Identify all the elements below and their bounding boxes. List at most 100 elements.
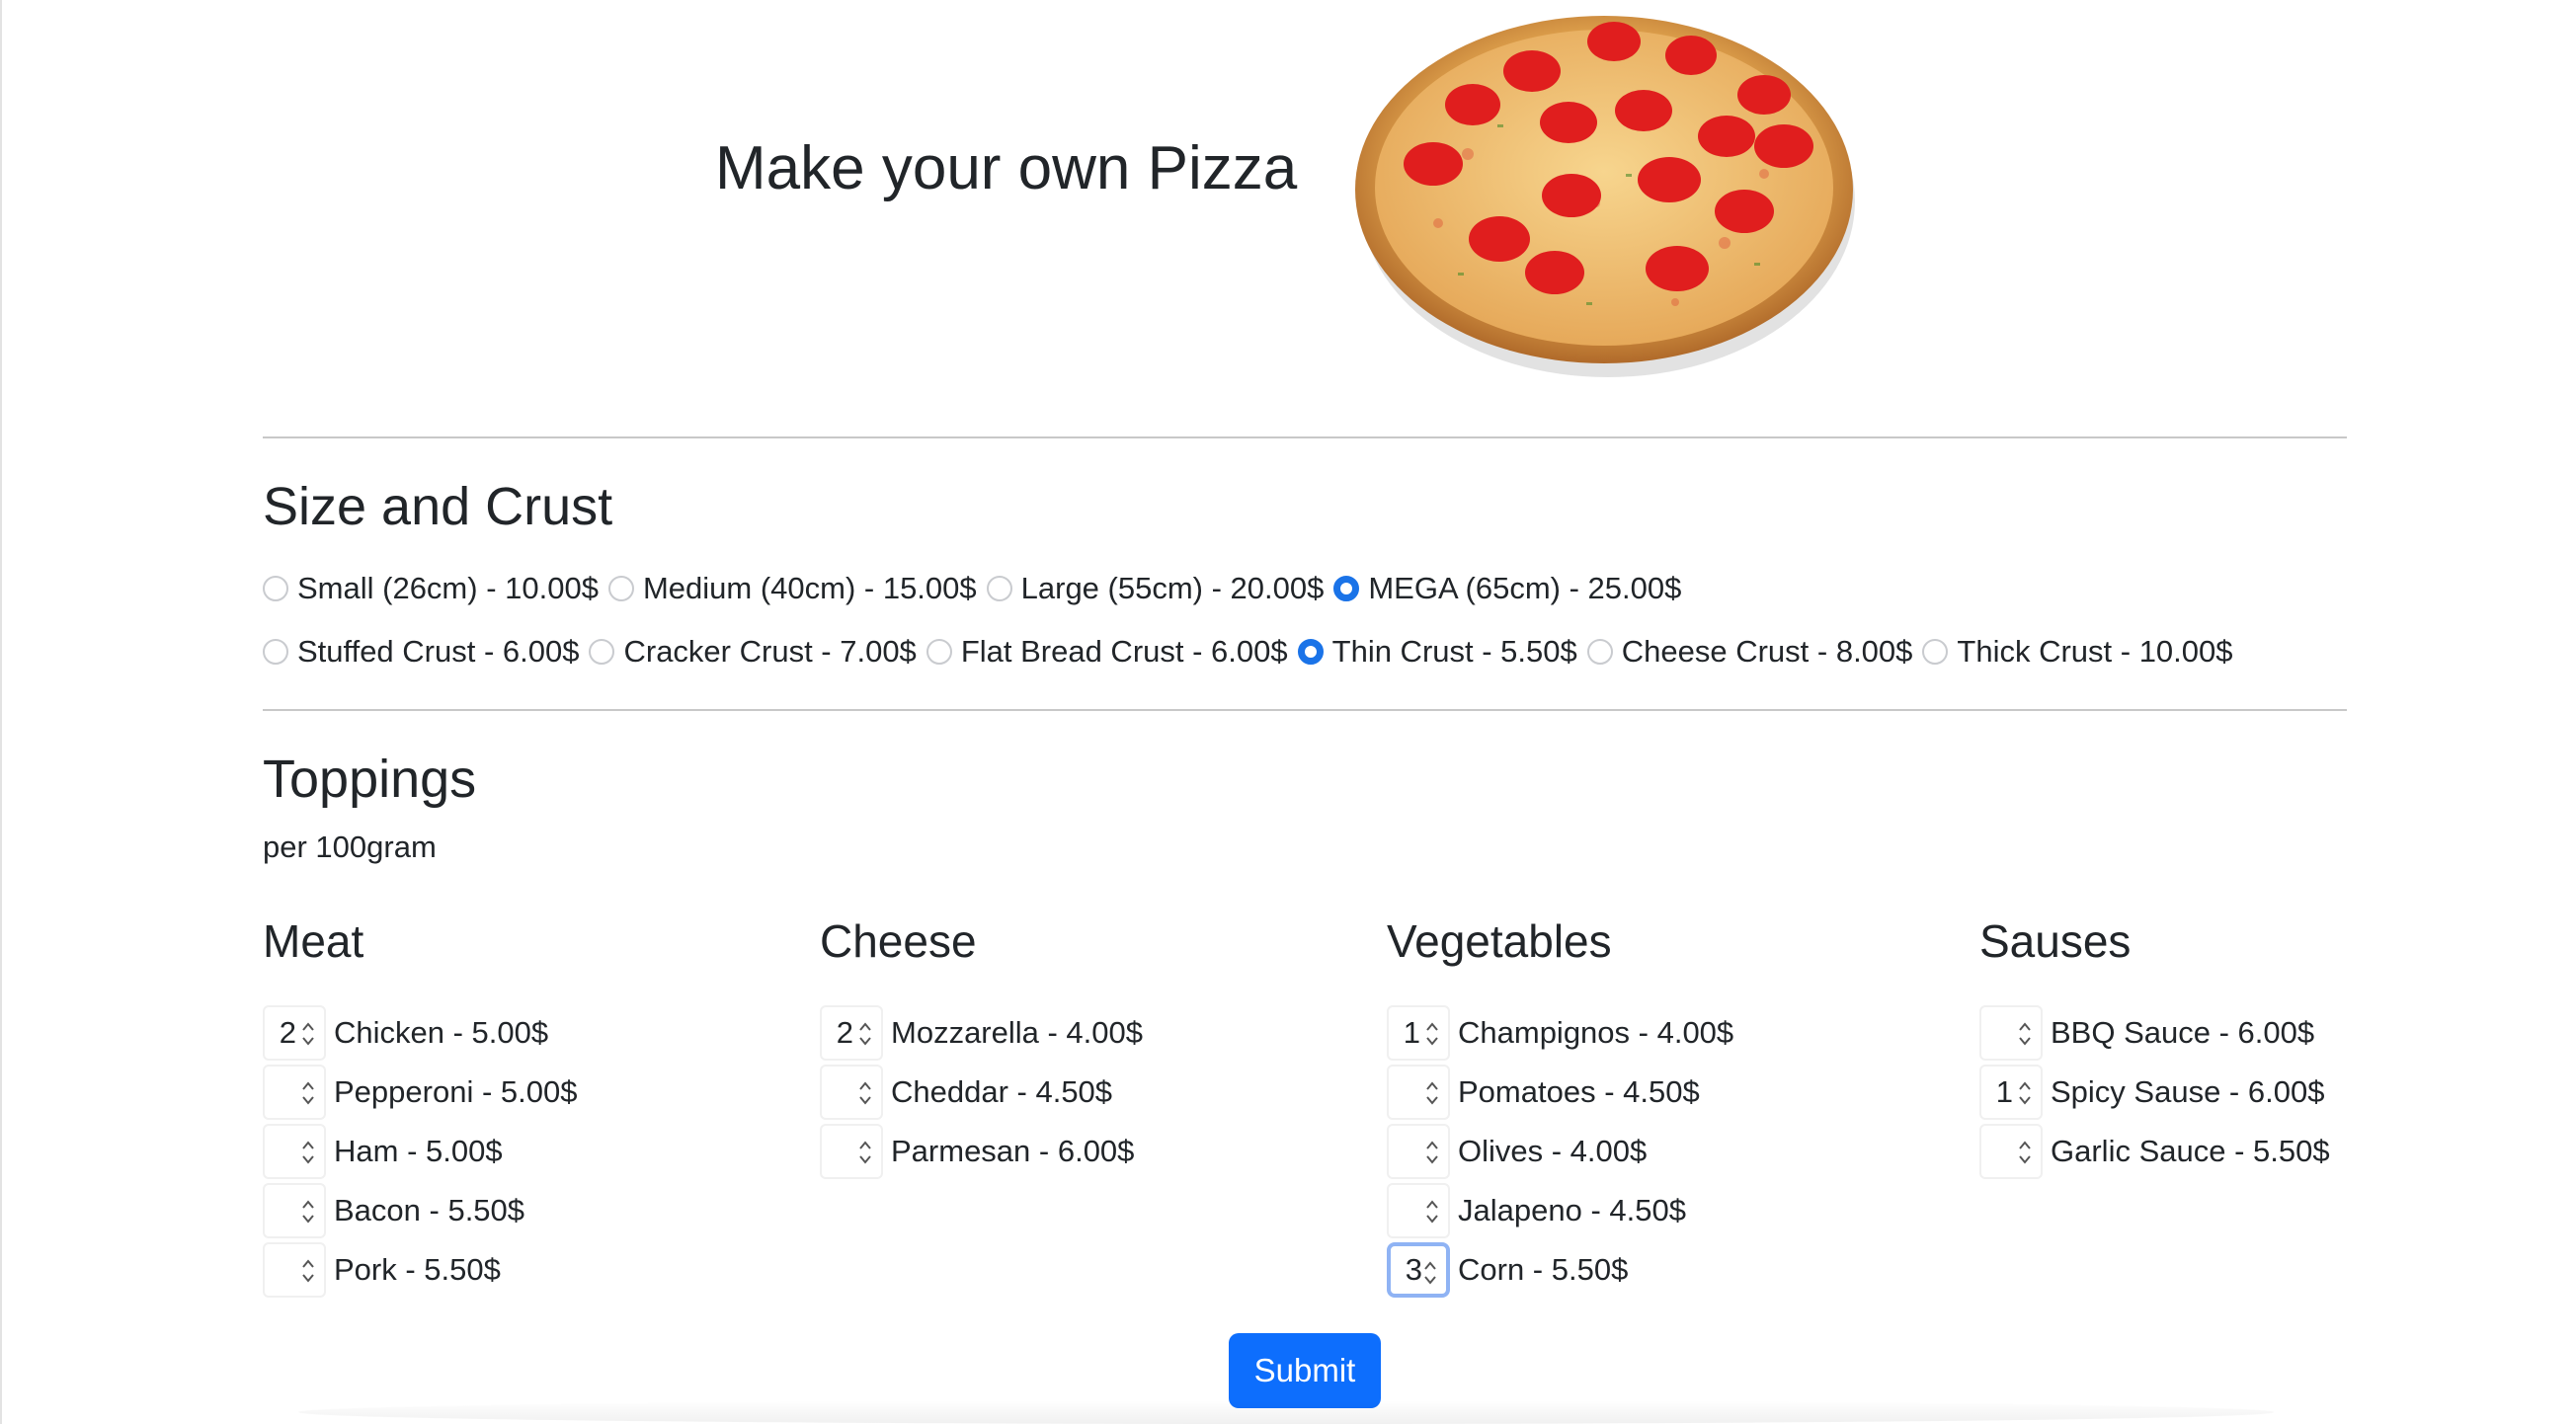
stepper-arrows-icon[interactable] <box>300 1256 316 1286</box>
radio-button[interactable] <box>1586 639 1613 665</box>
topping-label: Bacon - 5.50$ <box>334 1193 525 1227</box>
stepper-arrows-icon[interactable] <box>300 1197 316 1226</box>
radio-button[interactable] <box>589 639 615 665</box>
quantity-stepper[interactable] <box>1979 1005 2043 1061</box>
quantity-value: 3 <box>1405 1252 1422 1287</box>
page: Make your own Pizza Size and Crust Small… <box>0 0 2576 1424</box>
stepper-arrows-icon[interactable] <box>300 1019 316 1049</box>
stepper-arrows-icon[interactable] <box>857 1078 873 1108</box>
quantity-stepper[interactable] <box>1387 1124 1450 1179</box>
topping-row-cheddar: Cheddar - 4.50$ <box>820 1063 1143 1122</box>
radio-button-checked[interactable] <box>1333 576 1360 601</box>
quantity-stepper[interactable] <box>263 1065 326 1120</box>
topping-row-spicy-sause: 1 Spicy Sause - 6.00$ <box>1979 1063 2330 1122</box>
topping-label: Champignos - 4.00$ <box>1458 1015 1734 1050</box>
quantity-stepper[interactable]: 2 <box>263 1005 326 1061</box>
topping-row-ham: Ham - 5.00$ <box>263 1122 577 1181</box>
size-crust-divider <box>263 709 2347 711</box>
size-option-mega[interactable]: MEGA (65cm) - 25.00$ <box>1333 571 1681 606</box>
stepper-arrows-icon[interactable] <box>2017 1019 2033 1049</box>
pizza-image <box>1355 16 1855 377</box>
topping-label: Pork - 5.50$ <box>334 1252 501 1287</box>
crust-option-flat-bread[interactable]: Flat Bread Crust - 6.00$ <box>926 634 1288 670</box>
size-option-label: Large (55cm) - 20.00$ <box>1020 571 1325 605</box>
crust-option-label: Thin Crust - 5.50$ <box>1331 634 1577 669</box>
topping-row-mozzarella: 2 Mozzarella - 4.00$ <box>820 1003 1143 1063</box>
quantity-stepper[interactable]: 1 <box>1387 1005 1450 1061</box>
stepper-arrows-icon[interactable] <box>300 1138 316 1167</box>
stepper-arrows-icon[interactable] <box>857 1019 873 1049</box>
topping-row-bacon: Bacon - 5.50$ <box>263 1181 577 1240</box>
stepper-arrows-icon[interactable] <box>1424 1138 1440 1167</box>
topping-row-garlic-sauce: Garlic Sauce - 5.50$ <box>1979 1122 2330 1181</box>
size-option-large[interactable]: Large (55cm) - 20.00$ <box>986 571 1325 606</box>
quantity-stepper[interactable]: 1 <box>1979 1065 2043 1120</box>
stepper-arrows-icon[interactable] <box>1422 1258 1438 1288</box>
topping-label: BBQ Sauce - 6.00$ <box>2051 1015 2315 1050</box>
crust-option-cheese[interactable]: Cheese Crust - 8.00$ <box>1586 634 1913 670</box>
sauses-column: Sauses BBQ Sauce - 6.00$ 1 Spicy Sause -… <box>1979 918 2330 1181</box>
radio-button[interactable] <box>926 639 952 665</box>
crust-option-stuffed[interactable]: Stuffed Crust - 6.00$ <box>263 634 579 670</box>
topping-label: Garlic Sauce - 5.50$ <box>2051 1134 2330 1168</box>
crust-option-label: Thick Crust - 10.00$ <box>1957 634 2233 669</box>
radio-button[interactable] <box>263 576 288 601</box>
topping-row-jalapeno: Jalapeno - 4.50$ <box>1387 1181 1733 1240</box>
quantity-stepper[interactable] <box>263 1124 326 1179</box>
size-crust-title: Size and Crust <box>263 477 613 536</box>
topping-label: Pepperoni - 5.00$ <box>334 1074 578 1109</box>
topping-row-pork: Pork - 5.50$ <box>263 1240 577 1300</box>
crust-option-thin[interactable]: Thin Crust - 5.50$ <box>1297 634 1577 670</box>
crust-option-cracker[interactable]: Cracker Crust - 7.00$ <box>589 634 917 670</box>
topping-label: Olives - 4.00$ <box>1458 1134 1648 1168</box>
radio-button[interactable] <box>607 576 634 601</box>
submit-button[interactable]: Submit <box>1229 1333 1381 1408</box>
stepper-arrows-icon[interactable] <box>1424 1197 1440 1226</box>
radio-button[interactable] <box>986 576 1012 601</box>
crust-option-label: Cracker Crust - 7.00$ <box>623 634 917 669</box>
size-option-small[interactable]: Small (26cm) - 10.00$ <box>263 571 599 606</box>
quantity-value: 2 <box>279 1015 296 1050</box>
quantity-value: 2 <box>836 1015 853 1050</box>
quantity-stepper[interactable] <box>263 1242 326 1298</box>
crust-option-label: Stuffed Crust - 6.00$ <box>297 634 580 669</box>
topping-label: Ham - 5.00$ <box>334 1134 503 1168</box>
quantity-stepper[interactable]: 2 <box>820 1005 883 1061</box>
radio-button[interactable] <box>1922 639 1949 665</box>
crust-option-thick[interactable]: Thick Crust - 10.00$ <box>1922 634 2233 670</box>
crust-option-label: Cheese Crust - 8.00$ <box>1621 634 1913 669</box>
stepper-arrows-icon[interactable] <box>2017 1138 2033 1167</box>
quantity-stepper[interactable] <box>263 1183 326 1238</box>
quantity-stepper-focused[interactable]: 3 <box>1387 1242 1450 1298</box>
topping-label: Chicken - 5.00$ <box>334 1015 549 1050</box>
quantity-stepper[interactable] <box>820 1065 883 1120</box>
quantity-stepper[interactable] <box>1387 1065 1450 1120</box>
radio-button-checked[interactable] <box>1297 639 1324 665</box>
quantity-stepper[interactable] <box>1387 1183 1450 1238</box>
size-options: Small (26cm) - 10.00$ Medium (40cm) - 15… <box>263 571 1691 606</box>
stepper-arrows-icon[interactable] <box>2017 1078 2033 1108</box>
stepper-arrows-icon[interactable] <box>857 1138 873 1167</box>
quantity-stepper[interactable] <box>820 1124 883 1179</box>
topping-label: Corn - 5.50$ <box>1458 1252 1629 1287</box>
topping-row-chicken: 2 Chicken - 5.00$ <box>263 1003 577 1063</box>
topping-row-parmesan: Parmesan - 6.00$ <box>820 1122 1143 1181</box>
quantity-value: 1 <box>1995 1074 2013 1109</box>
topping-row-pepperoni: Pepperoni - 5.00$ <box>263 1063 577 1122</box>
topping-row-champignos: 1 Champignos - 4.00$ <box>1387 1003 1733 1063</box>
meat-title: Meat <box>263 915 364 967</box>
quantity-value: 1 <box>1403 1015 1420 1050</box>
radio-button[interactable] <box>263 639 288 665</box>
vegetables-column: Vegetables 1 Champignos - 4.00$ Pomatoes… <box>1387 918 1733 1300</box>
stepper-arrows-icon[interactable] <box>300 1078 316 1108</box>
toppings-title: Toppings <box>263 750 477 809</box>
toppings-subtitle: per 100gram <box>263 830 437 864</box>
meat-column: Meat 2 Chicken - 5.00$ Pepperoni - 5.00$… <box>263 918 577 1300</box>
quantity-stepper[interactable] <box>1979 1124 2043 1179</box>
stepper-arrows-icon[interactable] <box>1424 1078 1440 1108</box>
stepper-arrows-icon[interactable] <box>1424 1019 1440 1049</box>
size-option-label: MEGA (65cm) - 25.00$ <box>1368 571 1682 605</box>
size-option-medium[interactable]: Medium (40cm) - 15.00$ <box>607 571 977 606</box>
topping-label: Parmesan - 6.00$ <box>891 1134 1135 1168</box>
size-option-label: Medium (40cm) - 15.00$ <box>642 571 977 605</box>
